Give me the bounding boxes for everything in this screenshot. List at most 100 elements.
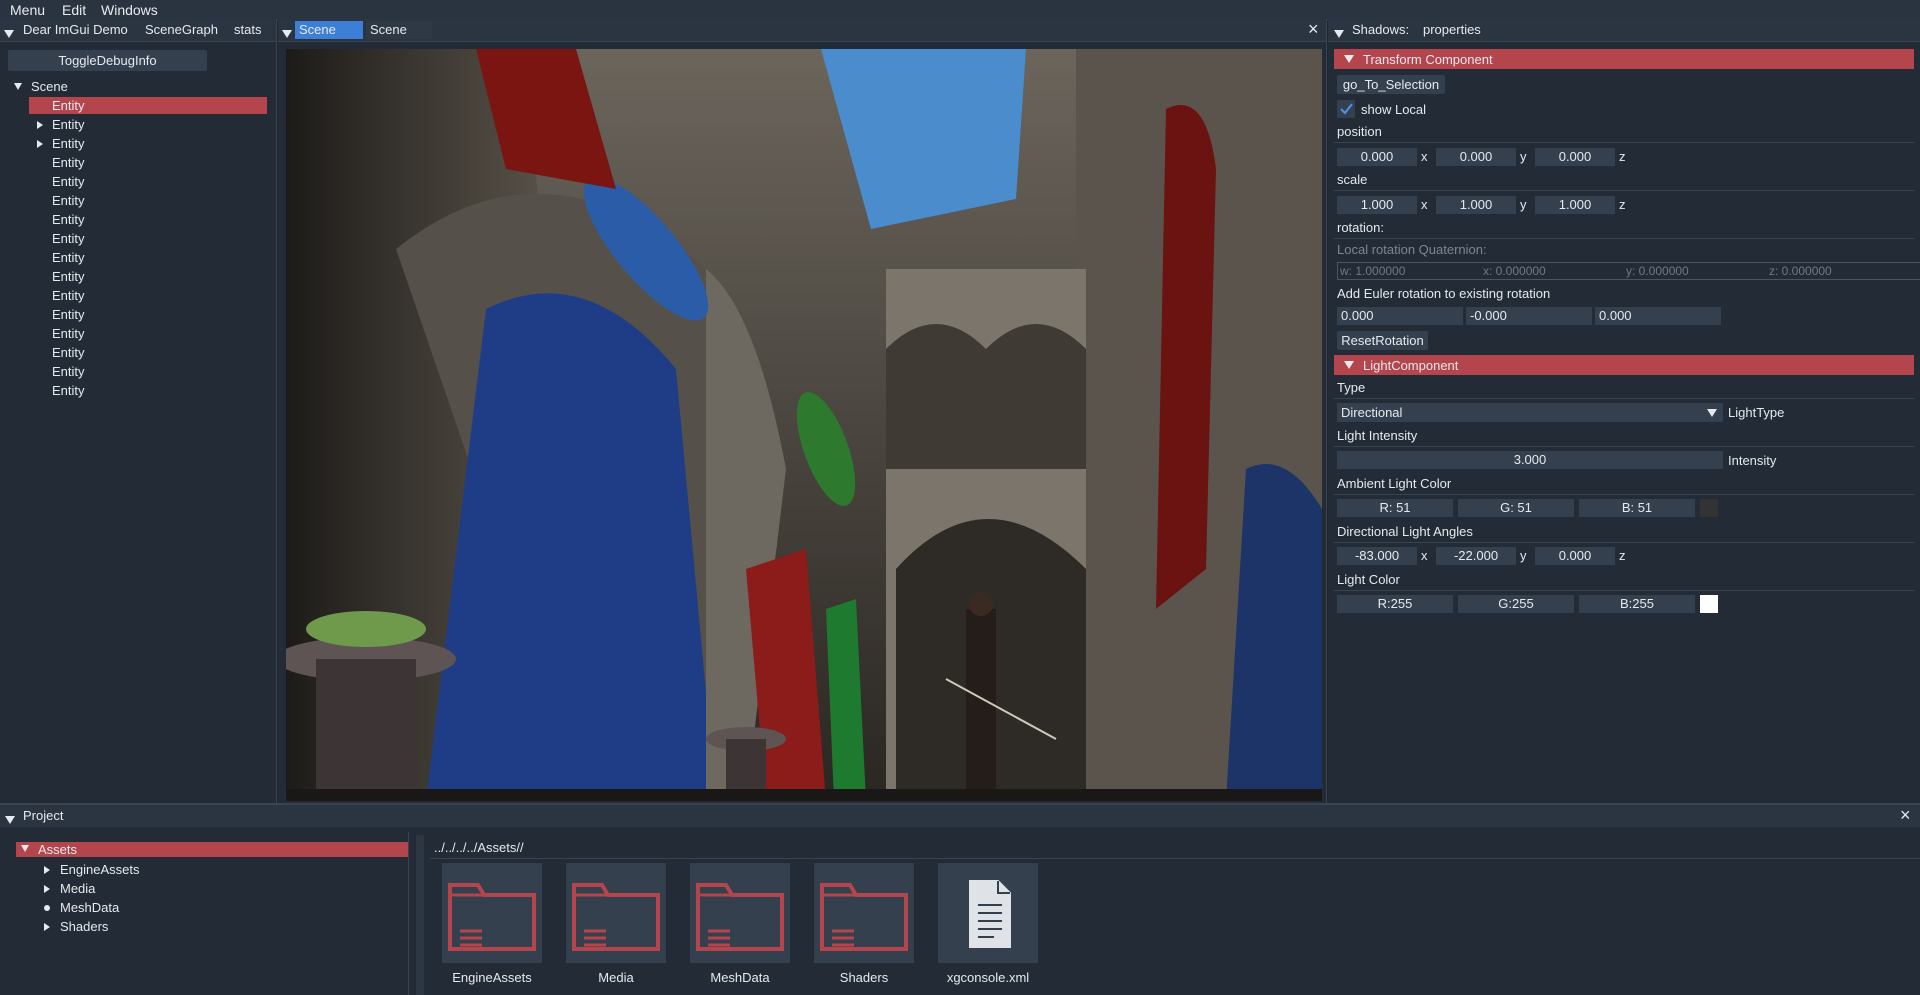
entity-row[interactable]: Entity [29,268,267,285]
menu-item-windows[interactable]: Windows [101,2,158,18]
collapsed-arrow-icon [44,885,50,893]
euler-y-field[interactable]: -0.000 [1466,307,1592,325]
light-b-field[interactable]: B:255 [1579,595,1695,613]
ambient-b-field[interactable]: B: 51 [1579,499,1695,517]
entity-label: Entity [52,250,85,265]
separator [1334,398,1914,399]
position-y-field[interactable]: 0.000 [1436,148,1516,166]
tab-properties[interactable]: properties [1423,22,1481,37]
light-component-header[interactable]: LightComponent [1334,355,1914,375]
light-type-value: Directional [1341,405,1403,420]
entity-row[interactable]: Entity [29,287,267,304]
light-color-swatch[interactable] [1700,595,1718,613]
rotation-label: rotation: [1337,220,1384,235]
collapsed-arrow-icon[interactable] [37,121,43,129]
light-r-field[interactable]: R:255 [1337,595,1453,613]
tree-item-label: EngineAssets [60,862,140,877]
entity-label: Entity [52,364,85,379]
tree-item-assets[interactable]: Assets [16,842,408,857]
entity-label: Entity [52,117,85,132]
entity-row[interactable]: Entity [29,306,267,323]
tree-item-label: Shaders [60,919,109,934]
ambient-g-field[interactable]: G: 51 [1458,499,1574,517]
tab-dear-imgui-demo[interactable]: Dear ImGui Demo [23,22,128,37]
asset-tile[interactable] [814,863,914,963]
asset-tile-label: Shaders [839,970,889,985]
position-x-field[interactable]: 0.000 [1337,148,1417,166]
ambient-r-field[interactable]: R: 51 [1337,499,1453,517]
scenegraph-panel: Dear ImGui Demo SceneGraph stats ToggleD… [0,19,277,803]
scale-z-field[interactable]: 1.000 [1535,196,1615,214]
scale-y-field[interactable]: 1.000 [1436,196,1516,214]
intensity-field[interactable]: 3.000 [1337,451,1723,469]
close-icon[interactable]: × [1900,805,1911,826]
window-menu-arrow-icon[interactable] [5,812,15,827]
intensity-label: Light Intensity [1337,428,1418,443]
separator [1334,142,1914,143]
entity-row[interactable]: Entity [29,230,267,247]
separator [430,858,1920,859]
light-type-dropdown[interactable]: Directional [1337,403,1723,422]
menu-item-menu[interactable]: Menu [10,2,45,18]
scene-panel: Scene Scene × [278,19,1327,803]
tab-stats[interactable]: stats [234,22,261,37]
tab-scenegraph[interactable]: SceneGraph [145,22,218,37]
panel-divider [1326,19,1327,803]
close-icon[interactable]: × [1308,19,1319,40]
tab-scene-active[interactable]: Scene [295,21,363,39]
entity-row[interactable]: Entity [29,192,267,209]
bullet-icon [44,905,50,911]
window-menu-arrow-icon[interactable] [282,26,292,41]
entity-row[interactable]: Entity [29,97,267,114]
euler-z-field[interactable]: 0.000 [1595,307,1721,325]
tab-shadows[interactable]: Shadows: [1352,22,1409,37]
transform-component-header[interactable]: Transform Component [1334,49,1914,69]
toggle-debug-info-button[interactable]: ToggleDebugInfo [8,50,207,71]
asset-tile[interactable] [566,863,666,963]
asset-tile[interactable] [442,863,542,963]
angle-y-field[interactable]: -22.000 [1436,547,1516,565]
window-menu-arrow-icon[interactable] [1334,26,1344,41]
position-z-field[interactable]: 0.000 [1535,148,1615,166]
entity-label: Entity [52,98,85,113]
tree-root-label: Scene [31,79,68,94]
entity-label: Entity [52,231,85,246]
entity-row[interactable]: Entity [29,211,267,228]
separator [1334,446,1914,447]
expanded-arrow-icon [1344,55,1354,63]
angle-z-field[interactable]: 0.000 [1535,547,1615,565]
ambient-color-swatch[interactable] [1700,499,1718,517]
entity-row[interactable]: Entity [29,344,267,361]
entity-row[interactable]: Entity [29,116,267,133]
asset-tile[interactable] [938,863,1038,963]
window-menu-arrow-icon[interactable] [4,26,14,41]
light-color-label: Light Color [1337,572,1400,587]
entity-row[interactable]: Entity [29,135,267,152]
asset-tile[interactable] [690,863,790,963]
project-panel: Project × Assets EngineAssets Media MeshDa… [0,803,1920,995]
light-g-field[interactable]: G:255 [1458,595,1574,613]
menu-item-edit[interactable]: Edit [62,2,86,18]
angle-x-field[interactable]: -83.000 [1337,547,1417,565]
reset-rotation-button[interactable]: ResetRotation [1337,331,1428,350]
axis-z-label: z [1619,149,1626,164]
entity-row[interactable]: Entity [29,154,267,171]
intensity-suffix: Intensity [1728,453,1777,468]
checkmark-icon [1340,103,1353,115]
scene-viewport[interactable] [286,49,1322,801]
scale-x-field[interactable]: 1.000 [1337,196,1417,214]
entity-row[interactable]: Entity [29,249,267,266]
splitter-handle[interactable] [416,835,424,995]
entity-row[interactable]: Entity [29,173,267,190]
project-title: Project [23,808,64,823]
show-local-checkbox[interactable] [1337,100,1355,118]
go-to-selection-button[interactable]: go_To_Selection [1337,75,1445,94]
collapsed-arrow-icon[interactable] [37,140,43,148]
entity-row[interactable]: Entity [29,382,267,399]
entity-row[interactable]: Entity [29,325,267,342]
scene-render-image [286,49,1322,801]
euler-x-field[interactable]: 0.000 [1337,307,1463,325]
tab-scene[interactable]: Scene [366,21,432,39]
axis-x-label: x [1421,548,1428,563]
entity-row[interactable]: Entity [29,363,267,380]
